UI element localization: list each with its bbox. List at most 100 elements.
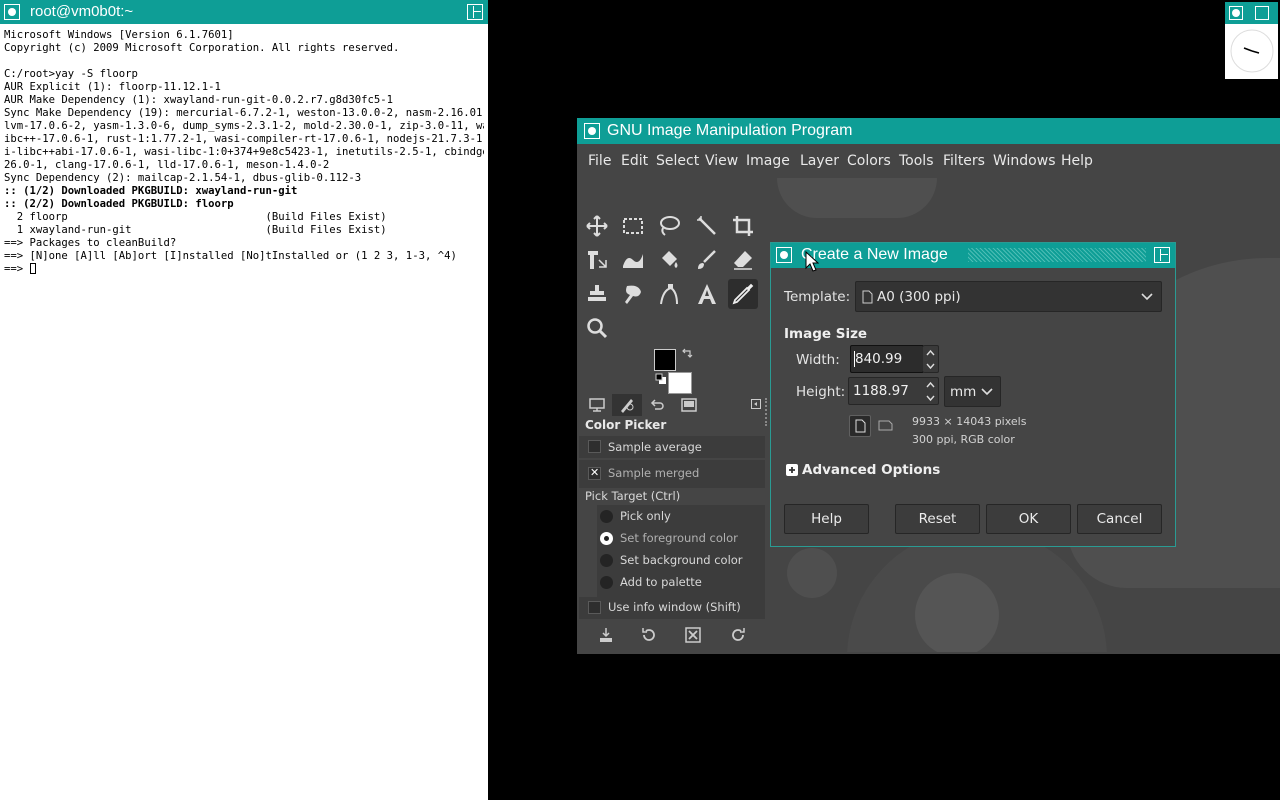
add-to-palette-radio[interactable] [600, 576, 613, 589]
menu-view[interactable]: View [705, 153, 738, 169]
menu-file[interactable]: File [588, 153, 611, 169]
menu-colors[interactable]: Colors [847, 153, 891, 169]
tab-tool-options[interactable] [582, 394, 612, 416]
tab-images[interactable] [674, 394, 704, 416]
template-combo[interactable]: A0 (300 ppi) [855, 281, 1162, 312]
save-options-icon[interactable] [595, 624, 617, 646]
background-color-swatch[interactable] [668, 372, 692, 394]
menu-help[interactable]: Help [1061, 153, 1093, 169]
rect-select-icon[interactable] [618, 211, 648, 241]
advanced-options-expander[interactable]: Advanced Options [802, 462, 940, 478]
reset-options-icon[interactable] [727, 624, 749, 646]
menu-select[interactable]: Select [656, 153, 699, 169]
swap-colors-icon[interactable] [681, 348, 693, 360]
set-foreground-label: Set foreground color [620, 531, 738, 545]
window-menu-icon[interactable] [1229, 6, 1243, 20]
width-stepper[interactable] [923, 345, 939, 373]
zoom-tool-icon[interactable] [582, 313, 612, 343]
wilber-shape [777, 178, 937, 218]
cancel-button[interactable]: Cancel [1077, 504, 1162, 534]
landscape-button[interactable] [875, 415, 897, 437]
maximize-icon[interactable] [1154, 247, 1170, 263]
landscape-icon [878, 420, 893, 431]
decrement-icon[interactable] [926, 394, 935, 402]
create-new-image-dialog[interactable]: Create a New Image Template: A0 (300 ppi… [770, 242, 1176, 547]
crop-tool-icon[interactable] [728, 211, 758, 241]
eraser-icon[interactable] [728, 245, 758, 275]
terminal-cursor [29, 263, 36, 274]
maximize-icon[interactable] [1255, 6, 1269, 20]
menu-windows[interactable]: Windows [993, 153, 1056, 169]
template-value: A0 (300 ppi) [877, 289, 961, 305]
lasso-tool-icon[interactable] [654, 211, 684, 241]
gimp-titlebar[interactable]: GNU Image Manipulation Program [577, 118, 1280, 144]
set-background-label: Set background color [620, 553, 743, 567]
warp-tool-icon[interactable] [618, 245, 648, 275]
menu-image[interactable]: Image [746, 153, 790, 169]
clone-tool-icon[interactable] [582, 279, 612, 309]
paths-tool-icon[interactable] [654, 279, 684, 309]
clock-window[interactable] [1225, 2, 1278, 79]
text-tool-icon[interactable] [692, 279, 722, 309]
menu-tools[interactable]: Tools [899, 153, 934, 169]
default-colors-icon[interactable] [655, 373, 667, 385]
ok-button[interactable]: OK [986, 504, 1071, 534]
terminal-line: i-libc++abi-17.0.6-1, wasi-libc-1:0+374+… [4, 146, 484, 158]
delete-options-icon[interactable] [682, 624, 704, 646]
maximize-icon[interactable] [467, 4, 483, 20]
set-background-radio[interactable] [600, 554, 613, 567]
width-input[interactable]: 840.99 [850, 345, 924, 373]
portrait-icon [855, 419, 866, 433]
width-value: 840.99 [855, 351, 903, 367]
window-menu-icon[interactable] [584, 123, 600, 139]
height-input[interactable]: 1188.97 [848, 377, 939, 405]
terminal-output[interactable]: Microsoft Windows [Version 6.1.7601] Copy… [4, 29, 484, 276]
smudge-tool-icon[interactable] [618, 279, 648, 309]
chevron-down-icon [981, 388, 993, 396]
use-info-window-checkbox[interactable] [588, 601, 601, 614]
menu-edit[interactable]: Edit [621, 153, 648, 169]
terminal-line: Copyright (c) 2009 Microsoft Corporation… [4, 42, 400, 54]
terminal-titlebar[interactable]: root@vm0b0t:~ [0, 0, 488, 24]
color-picker-tool-icon[interactable] [728, 279, 758, 309]
decrement-icon[interactable] [926, 362, 935, 370]
sample-merged-checkbox[interactable] [588, 466, 601, 480]
titlebar-drag-area[interactable] [968, 248, 1146, 262]
terminal-line: Sync Dependency (2): mailcap-2.1.54-1, d… [4, 172, 362, 184]
menu-layer[interactable]: Layer [800, 153, 839, 169]
tab-undo-history[interactable] [642, 394, 672, 416]
menu-filters[interactable]: Filters [943, 153, 985, 169]
paintbrush-icon[interactable] [692, 245, 722, 275]
tab-device-status[interactable] [612, 394, 642, 416]
dock-menu-icon[interactable] [751, 399, 761, 409]
increment-icon[interactable] [926, 349, 935, 357]
terminal-window[interactable]: root@vm0b0t:~ Microsoft Windows [Version… [0, 0, 488, 800]
terminal-line: lvm-17.0.6-2, yasm-1.3.0-6, dump_syms-2.… [4, 120, 484, 132]
width-label: Width: [796, 352, 840, 368]
menubar: File Edit Select View Image Layer Colors… [577, 144, 1280, 178]
dialog-titlebar[interactable]: Create a New Image [771, 243, 1175, 268]
expand-icon[interactable] [786, 464, 798, 476]
portrait-button[interactable] [849, 415, 871, 437]
fuzzy-select-icon[interactable] [692, 211, 722, 241]
move-tool-icon[interactable] [582, 211, 612, 241]
transform-tool-icon[interactable] [582, 245, 612, 275]
terminal-line: 1 xwayland-run-git (Build Files Exist) [4, 224, 387, 236]
dock-separator[interactable] [765, 398, 767, 426]
reset-button[interactable]: Reset [895, 504, 980, 534]
bucket-fill-icon[interactable] [654, 245, 684, 275]
increment-icon[interactable] [926, 381, 935, 389]
sample-average-checkbox[interactable] [588, 440, 601, 453]
help-button[interactable]: Help [784, 504, 869, 534]
mouse-pointer-icon [805, 251, 819, 272]
restore-options-icon[interactable] [638, 624, 660, 646]
unit-combo[interactable]: mm [944, 376, 1001, 407]
window-menu-icon[interactable] [4, 4, 20, 20]
wilber-shape [787, 548, 837, 598]
clock-titlebar[interactable] [1225, 2, 1278, 24]
dialog-title: Create a New Image [801, 246, 948, 263]
pick-only-radio[interactable] [600, 510, 613, 523]
window-menu-icon[interactable] [776, 247, 792, 263]
set-foreground-radio[interactable] [600, 532, 613, 545]
foreground-color-swatch[interactable] [654, 349, 676, 371]
